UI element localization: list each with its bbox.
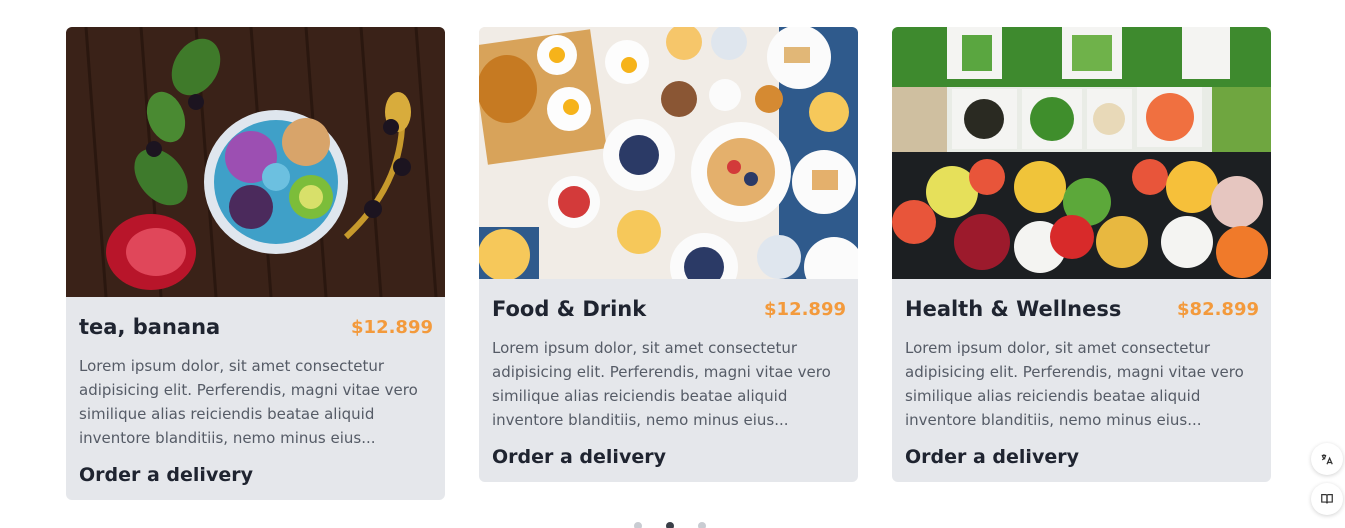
salad-bar-image [892, 27, 1271, 279]
carousel-dot-active[interactable] [666, 522, 674, 528]
order-delivery-link[interactable]: Order a delivery [79, 464, 253, 486]
translate-icon [1321, 454, 1333, 465]
card-title: tea, banana [79, 315, 221, 339]
card-price: $12.899 [351, 316, 433, 338]
product-carousel: tea, banana $12.899 Lorem ipsum dolor, s… [0, 0, 1345, 528]
card-description: Lorem ipsum dolor, sit amet consectetur … [905, 339, 1244, 429]
order-delivery-link[interactable]: Order a delivery [905, 446, 1079, 468]
translate-button[interactable] [1311, 443, 1343, 475]
carousel-pagination [634, 522, 706, 528]
product-card[interactable]: tea, banana $12.899 Lorem ipsum dolor, s… [66, 27, 445, 500]
card-title: Food & Drink [492, 297, 647, 321]
card-description: Lorem ipsum dolor, sit amet consectetur … [492, 339, 831, 429]
card-description: Lorem ipsum dolor, sit amet consectetur … [79, 357, 418, 447]
product-card[interactable]: Health & Wellness $82.899 Lorem ipsum do… [892, 27, 1271, 482]
order-delivery-link[interactable]: Order a delivery [492, 446, 666, 468]
carousel-dot[interactable] [698, 522, 706, 528]
card-price: $12.899 [764, 298, 846, 320]
book-icon [1321, 494, 1333, 504]
card-title: Health & Wellness [905, 297, 1122, 321]
carousel-dot[interactable] [634, 522, 642, 528]
reader-button[interactable] [1311, 483, 1343, 515]
breakfast-table-image [479, 27, 858, 279]
product-card[interactable]: Food & Drink $12.899 Lorem ipsum dolor, … [479, 27, 858, 482]
card-price: $82.899 [1177, 298, 1259, 320]
smoothie-bowl-image [66, 27, 445, 297]
